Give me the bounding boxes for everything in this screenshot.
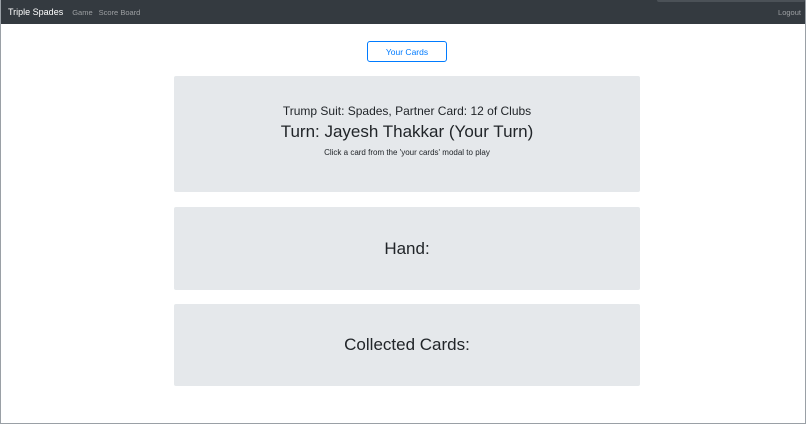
- hand-panel: Hand:: [174, 207, 640, 290]
- collected-cards-heading: Collected Cards:: [344, 335, 470, 354]
- brand-link[interactable]: Triple Spades: [8, 7, 63, 17]
- your-cards-button[interactable]: Your Cards: [367, 41, 447, 62]
- play-hint-text: Click a card from the 'your cards' modal…: [324, 148, 490, 157]
- top-navbar: Triple Spades Game Score Board Logout: [1, 0, 805, 24]
- hand-heading: Hand:: [384, 238, 430, 258]
- logout-link[interactable]: Logout: [778, 8, 801, 17]
- nav-link-game[interactable]: Game: [72, 8, 92, 17]
- game-info-panel: Trump Suit: Spades, Partner Card: 12 of …: [174, 76, 640, 192]
- nav-link-score-board[interactable]: Score Board: [99, 8, 141, 17]
- turn-text: Turn: Jayesh Thakkar (Your Turn): [280, 122, 534, 141]
- collected-cards-panel: Collected Cards:: [174, 304, 640, 386]
- dropdown-shadow: [657, 0, 805, 2]
- app-frame: Triple Spades Game Score Board Logout Yo…: [0, 0, 806, 424]
- trump-suit-text: Trump Suit: Spades, Partner Card: 12 of …: [282, 104, 532, 118]
